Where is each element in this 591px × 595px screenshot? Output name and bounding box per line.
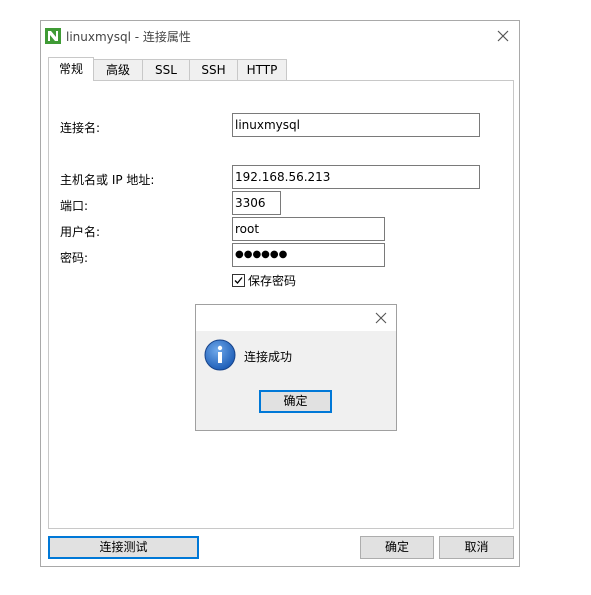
window-title: linuxmysql - 连接属性: [66, 30, 191, 44]
title-bar[interactable]: linuxmysql - 连接属性: [41, 21, 519, 51]
close-icon: [497, 30, 509, 42]
ok-button[interactable]: 确定: [360, 536, 434, 559]
tab-http[interactable]: HTTP: [237, 59, 287, 80]
username-label: 用户名:: [60, 225, 101, 239]
host-label: 主机名或 IP 地址:: [60, 173, 155, 187]
tab-label: HTTP: [246, 63, 278, 77]
test-connection-button[interactable]: 连接测试: [48, 536, 199, 559]
navicat-logo-icon: [45, 28, 61, 44]
password-label: 密码:: [60, 251, 89, 265]
tab-advanced[interactable]: 高级: [93, 59, 143, 80]
tab-general[interactable]: 常规: [48, 57, 94, 81]
message-dialog: 连接成功 确定: [195, 304, 397, 431]
host-input[interactable]: [232, 165, 480, 189]
password-input[interactable]: ●●●●●●: [232, 243, 385, 267]
save-password-row[interactable]: 保存密码: [232, 272, 296, 288]
tab-label: 高级: [105, 63, 130, 77]
username-input[interactable]: [232, 217, 385, 241]
connection-name-input[interactable]: [232, 113, 480, 137]
tab-label: SSH: [201, 63, 226, 77]
save-password-checkbox[interactable]: [232, 273, 245, 287]
tab-ssh[interactable]: SSH: [189, 59, 238, 80]
connection-name-label: 连接名:: [60, 121, 101, 135]
general-tab-panel: 连接名: 主机名或 IP 地址: 端口: 用户名: 密码: ●●●●●● 保存密…: [48, 80, 514, 529]
checkmark-icon: [234, 276, 243, 284]
dialog-message: 连接成功: [244, 350, 293, 364]
info-icon: [204, 339, 236, 371]
tab-label: SSL: [155, 63, 177, 77]
dialog-ok-button[interactable]: 确定: [259, 390, 332, 413]
tab-ssl[interactable]: SSL: [142, 59, 190, 80]
window-close-button[interactable]: [491, 24, 515, 48]
port-input[interactable]: [232, 191, 281, 215]
close-icon: [375, 312, 387, 324]
dialog-close-button[interactable]: [374, 311, 388, 325]
tab-label: 常规: [58, 62, 83, 76]
dialog-title-bar[interactable]: [196, 305, 396, 331]
save-password-label: 保存密码: [248, 273, 297, 288]
connection-properties-window: linuxmysql - 连接属性 常规 高级 SSL SSH HTTP 连接名…: [40, 20, 520, 567]
port-label: 端口:: [60, 199, 89, 213]
cancel-button[interactable]: 取消: [439, 536, 514, 559]
